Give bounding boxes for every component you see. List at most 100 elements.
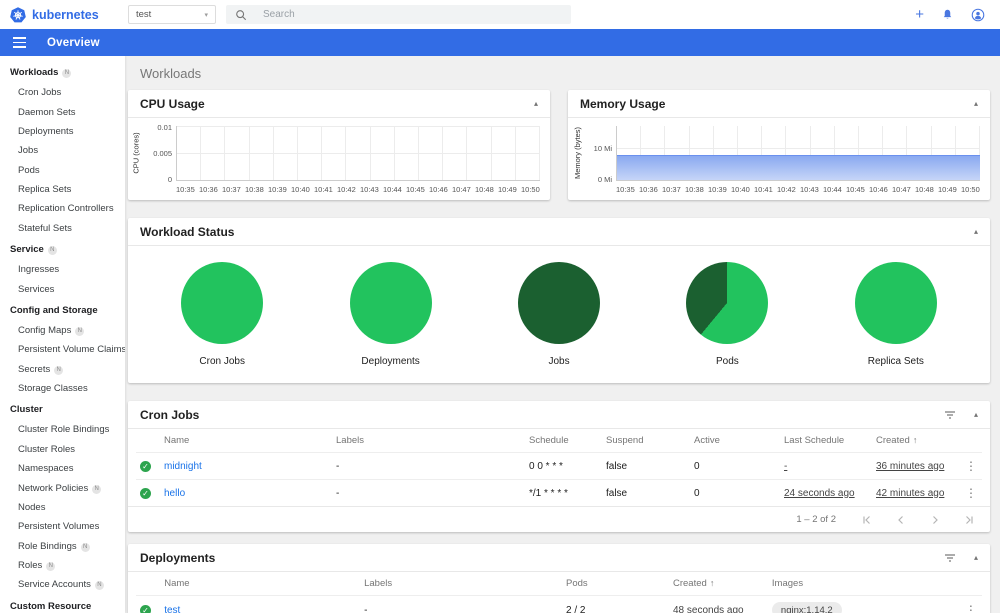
cpu-x-axis-labels: 10:35 10:36 10:37 10:38 10:39 10:40 10:41 10:42… [176,185,540,194]
chevron-down-icon: ▾ [204,11,208,19]
sidebar-item-pods[interactable]: Pods [0,161,125,180]
memory-card-title: Memory Usage [580,96,666,111]
sidebar-item-stateful-sets[interactable]: Stateful Sets [0,219,125,238]
next-page-icon[interactable] [930,515,940,525]
sidebar-group-workloads[interactable]: Workloads N [0,61,125,83]
sidebar-item-jobs[interactable]: Jobs [0,141,125,160]
sidebar-item-replication-controllers[interactable]: Replication Controllers [0,199,125,218]
col-images[interactable]: Images [767,572,960,596]
collapse-caret-icon[interactable]: ▴ [974,99,978,108]
cell-created: 48 seconds ago [673,604,744,613]
col-created[interactable]: Created ↑ [669,572,768,596]
notifications-bell-icon[interactable] [941,8,954,21]
deployments-status-pie [349,262,432,344]
first-page-icon[interactable] [862,515,872,525]
cell-labels: - [360,595,562,613]
sidebar-item-cluster-roles[interactable]: Cluster Roles [0,440,125,459]
sidebar-item-persistent-volume-claims[interactable]: Persistent Volume ClaimsN [0,340,125,359]
sidebar-item-service-accounts[interactable]: Service Accounts N [0,575,125,594]
sidebar-item-roles[interactable]: Roles N [0,556,125,575]
search-bar[interactable] [226,5,571,24]
x-tick-label: 10:40 [291,185,310,194]
sidebar-item-config-maps[interactable]: Config Maps N [0,321,125,340]
col-schedule[interactable]: Schedule [525,429,602,453]
x-tick-label: 10:39 [268,185,287,194]
namespace-selector[interactable]: test ▾ [128,5,216,24]
sidebar-item-network-policies[interactable]: Network Policies N [0,478,125,497]
col-suspend[interactable]: Suspend [602,429,690,453]
x-tick-label: 10:47 [452,185,471,194]
sidebar-item-ingresses[interactable]: Ingresses [0,260,125,279]
table-header-row: Name Labels Pods Created ↑ Images [136,572,982,596]
sidebar-group-service[interactable]: Service N [0,238,125,260]
row-actions-kebab-icon[interactable]: ⋮ [960,452,982,480]
search-input[interactable] [263,9,513,20]
last-page-icon[interactable] [964,515,974,525]
x-tick-label: 10:47 [892,185,911,194]
filter-icon[interactable] [944,553,956,563]
sidebar-nav: Workloads N Cron Jobs Daemon Sets Deploym… [0,56,125,613]
cell-active: 0 [690,452,780,480]
cron-jobs-status-pie [181,262,264,344]
menu-hamburger-icon[interactable] [13,37,26,48]
col-labels[interactable]: Labels [332,429,525,453]
row-actions-kebab-icon[interactable]: ⋮ [959,595,982,613]
sidebar-item-services[interactable]: Services [0,279,125,298]
sidebar-item-namespaces[interactable]: Namespaces [0,459,125,478]
sidebar-item-storage-classes[interactable]: Storage Classes [0,379,125,398]
cronjob-name-link[interactable]: midnight [164,461,202,472]
sidebar-item-replica-sets[interactable]: Replica Sets [0,180,125,199]
col-labels[interactable]: Labels [360,572,562,596]
status-ok-icon: ✓ [140,604,151,613]
collapse-caret-icon[interactable]: ▴ [974,410,978,419]
cell-created: 36 minutes ago [876,460,945,472]
cpu-y-axis-label: CPU (cores) [131,132,141,174]
group-label: Service [10,244,44,255]
collapse-caret-icon[interactable]: ▴ [534,99,538,108]
sidebar-item-daemon-sets[interactable]: Daemon Sets [0,102,125,121]
filter-icon[interactable] [944,410,956,420]
sidebar-group-config-storage[interactable]: Config and Storage [0,299,125,321]
sidebar-item-persistent-volumes[interactable]: Persistent Volumes [0,517,125,536]
collapse-caret-icon[interactable]: ▴ [974,227,978,236]
item-label: Service Accounts [18,579,91,591]
previous-page-icon[interactable] [896,515,906,525]
memory-usage-area-series [617,155,980,180]
col-pods[interactable]: Pods [562,572,669,596]
memory-ytick: 0 Mi [597,175,612,184]
cpu-ytick: 0.005 [153,149,172,158]
item-label: Role Bindings [18,540,77,552]
deployment-name-link[interactable]: test [164,605,180,613]
col-active[interactable]: Active [690,429,780,453]
x-tick-label: 10:40 [731,185,750,194]
row-actions-kebab-icon[interactable]: ⋮ [960,480,982,507]
cell-suspend: false [602,452,690,480]
namespaced-badge: N [80,542,90,552]
col-last-schedule[interactable]: Last Schedule [780,429,872,453]
sidebar-item-secrets[interactable]: Secrets N [0,360,125,379]
create-resource-icon[interactable]: + [915,7,924,22]
col-name[interactable]: Name [160,572,361,596]
cpu-ytick: 0 [167,175,172,184]
sidebar-item-role-bindings[interactable]: Role Bindings N [0,537,125,556]
namespaced-badge: N [46,562,56,572]
sidebar-group-cluster[interactable]: Cluster [0,398,125,420]
sidebar-item-cluster-role-bindings[interactable]: Cluster Role Bindings [0,420,125,439]
account-user-icon[interactable] [971,8,985,22]
sidebar-item-cron-jobs[interactable]: Cron Jobs [0,83,125,102]
page-toolbar: Overview [0,29,1000,56]
x-tick-label: 10:49 [938,185,957,194]
namespaced-badge: N [54,365,64,375]
group-label: Cluster [10,404,43,416]
status-ok-icon: ✓ [140,460,151,472]
sidebar-item-deployments[interactable]: Deployments [0,122,125,141]
x-tick-label: 10:50 [961,185,980,194]
collapse-caret-icon[interactable]: ▴ [974,553,978,562]
cronjob-name-link[interactable]: hello [164,488,185,499]
col-name[interactable]: Name [160,429,332,453]
sidebar-group-crd[interactable]: Custom Resource Definitions [0,595,125,613]
sidebar-item-nodes[interactable]: Nodes [0,498,125,517]
x-tick-label: 10:39 [708,185,727,194]
col-created[interactable]: Created ↑ [872,429,960,453]
kubernetes-logo[interactable]: kubernetes [0,6,125,23]
